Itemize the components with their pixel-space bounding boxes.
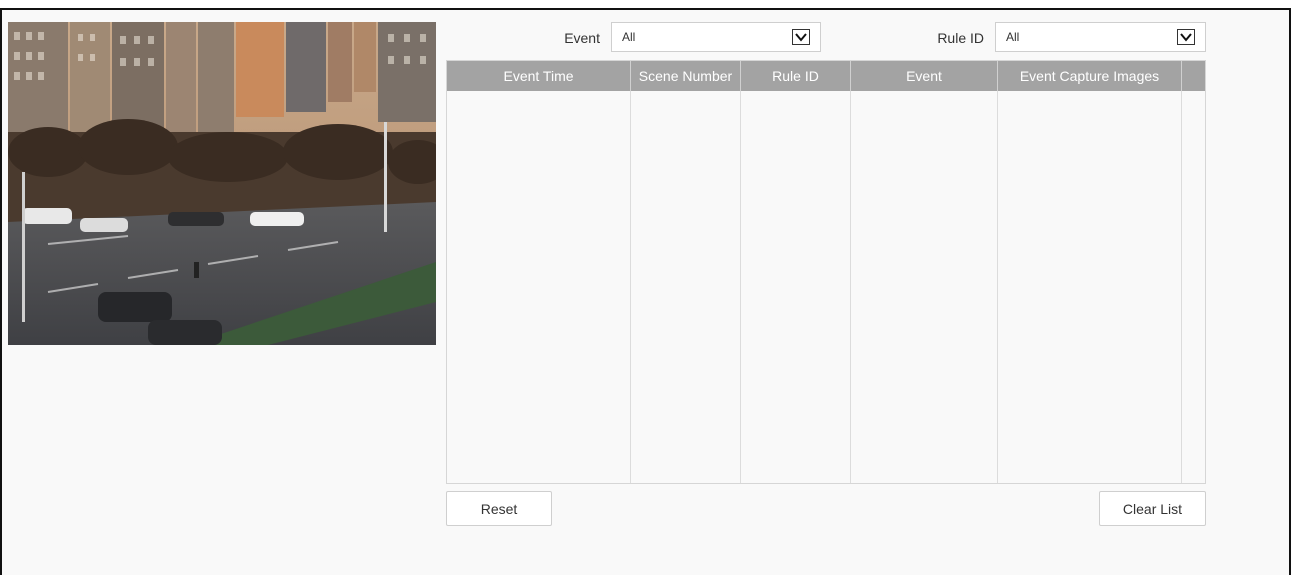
rule-filter-label: Rule ID: [937, 30, 984, 46]
rule-filter-value: All: [1006, 30, 1020, 44]
reset-button[interactable]: Reset: [446, 491, 552, 526]
camera-scene-image: [8, 22, 436, 345]
column-header-scroll-spacer: [1182, 61, 1205, 91]
column-header-event-capture-images[interactable]: Event Capture Images: [998, 61, 1182, 91]
rule-id-filter-select[interactable]: All: [995, 22, 1206, 52]
event-filter-label: Event: [564, 30, 600, 46]
column-divider: [850, 91, 851, 483]
column-divider: [630, 91, 631, 483]
column-divider: [740, 91, 741, 483]
column-divider: [997, 91, 998, 483]
video-preview[interactable]: [8, 22, 436, 345]
table-header: Event Time Scene Number Rule ID Event Ev…: [447, 61, 1205, 91]
column-divider: [1181, 91, 1182, 483]
column-header-scene-number[interactable]: Scene Number: [631, 61, 741, 91]
chevron-down-icon[interactable]: [792, 29, 810, 45]
event-table: Event Time Scene Number Rule ID Event Ev…: [446, 60, 1206, 484]
event-filter-value: All: [622, 30, 636, 44]
event-filter-select[interactable]: All: [611, 22, 821, 52]
column-header-event-time[interactable]: Event Time: [447, 61, 631, 91]
clear-list-button[interactable]: Clear List: [1099, 491, 1206, 526]
column-header-rule-id[interactable]: Rule ID: [741, 61, 851, 91]
chevron-down-icon[interactable]: [1177, 29, 1195, 45]
panel-edge: [1289, 8, 1297, 575]
column-header-event[interactable]: Event: [851, 61, 998, 91]
